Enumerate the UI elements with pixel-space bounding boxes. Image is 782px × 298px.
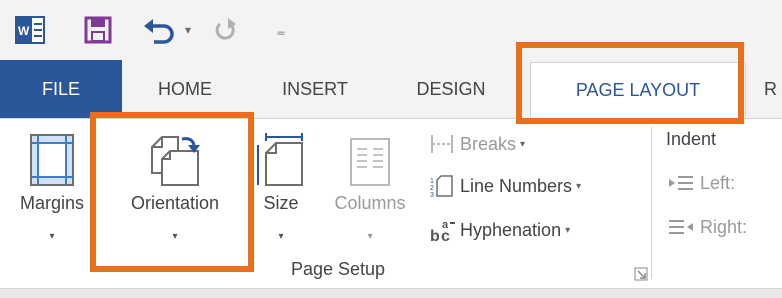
breaks-label: Breaks xyxy=(460,133,517,154)
svg-text:b: b xyxy=(430,228,440,243)
tab-design[interactable]: DESIGN xyxy=(382,60,520,118)
breaks-icon xyxy=(430,133,456,155)
tab-review-partial[interactable]: R xyxy=(764,60,782,118)
svg-text:W: W xyxy=(18,24,30,38)
margins-label: Margins xyxy=(19,193,85,213)
svg-text:2: 2 xyxy=(430,185,434,192)
size-label: Size xyxy=(263,193,299,213)
chevron-down-icon: ▾ xyxy=(49,231,55,242)
indent-left-label: Left: xyxy=(700,173,736,193)
chevron-down-icon: ▾ xyxy=(520,138,526,150)
svg-text:a: a xyxy=(442,219,449,231)
line-numbers-label: Line Numbers xyxy=(460,175,573,196)
indent-heading: Indent xyxy=(666,129,717,149)
line-numbers-button[interactable]: 1 2 3 Line Numbers ▾ xyxy=(430,169,581,203)
ribbon-tabs: FILE HOME INSERT DESIGN PAGE LAYOUT R xyxy=(0,60,782,118)
group-label-page-setup: Page Setup xyxy=(290,259,386,279)
word-app-icon[interactable]: W xyxy=(14,14,46,46)
indent-right-field[interactable]: Right: xyxy=(668,217,747,238)
breaks-button[interactable]: Breaks ▾ xyxy=(430,127,525,161)
size-button[interactable]: Size ▾ xyxy=(252,121,310,265)
orientation-button[interactable]: Orientation ▾ xyxy=(106,121,244,265)
chevron-down-icon: ▾ xyxy=(367,231,373,242)
tab-file[interactable]: FILE xyxy=(0,60,122,118)
undo-dropdown-icon[interactable]: ▾ xyxy=(180,14,196,46)
dialog-launcher-icon[interactable] xyxy=(634,267,648,281)
group-separator xyxy=(651,127,652,279)
tab-insert[interactable]: INSERT xyxy=(248,60,382,118)
columns-label: Columns xyxy=(334,193,406,213)
orientation-label: Orientation xyxy=(130,193,220,213)
line-numbers-icon: 1 2 3 xyxy=(430,174,456,198)
redo-icon[interactable] xyxy=(212,14,240,46)
margins-icon xyxy=(25,133,79,189)
svg-text:3: 3 xyxy=(430,192,434,198)
chevron-down-icon: ▾ xyxy=(576,180,582,192)
ribbon-page-layout: Margins ▾ Orientation ▾ Size ▾ Columns ▾… xyxy=(0,118,782,288)
indent-right-label: Right: xyxy=(700,217,748,237)
indent-left-icon xyxy=(668,174,696,194)
tab-page-layout[interactable]: PAGE LAYOUT xyxy=(530,62,746,118)
hyphenation-button[interactable]: b c a Hyphenation ▾ xyxy=(430,213,570,247)
margins-button[interactable]: Margins ▾ xyxy=(0,121,104,265)
indent-right-icon xyxy=(668,218,696,238)
indent-left-field[interactable]: Left: xyxy=(668,173,735,194)
svg-text:1: 1 xyxy=(430,178,434,185)
chevron-down-icon: ▾ xyxy=(172,231,178,242)
size-icon xyxy=(254,133,308,189)
ribbon-bottom-border xyxy=(0,288,782,298)
tab-home[interactable]: HOME xyxy=(122,60,248,118)
orientation-icon xyxy=(148,133,202,189)
chevron-down-icon: ▾ xyxy=(565,224,571,236)
customize-qat-icon[interactable]: ₌ xyxy=(270,14,292,46)
save-icon[interactable] xyxy=(82,14,114,46)
columns-button[interactable]: Columns ▾ xyxy=(322,121,418,265)
hyphenation-icon: b c a xyxy=(430,217,456,243)
hyphenation-label: Hyphenation xyxy=(460,219,562,240)
columns-icon xyxy=(343,133,397,189)
chevron-down-icon: ▾ xyxy=(278,231,284,242)
quick-access-toolbar: W ▾ ₌ xyxy=(0,0,782,60)
undo-icon[interactable] xyxy=(140,14,178,46)
